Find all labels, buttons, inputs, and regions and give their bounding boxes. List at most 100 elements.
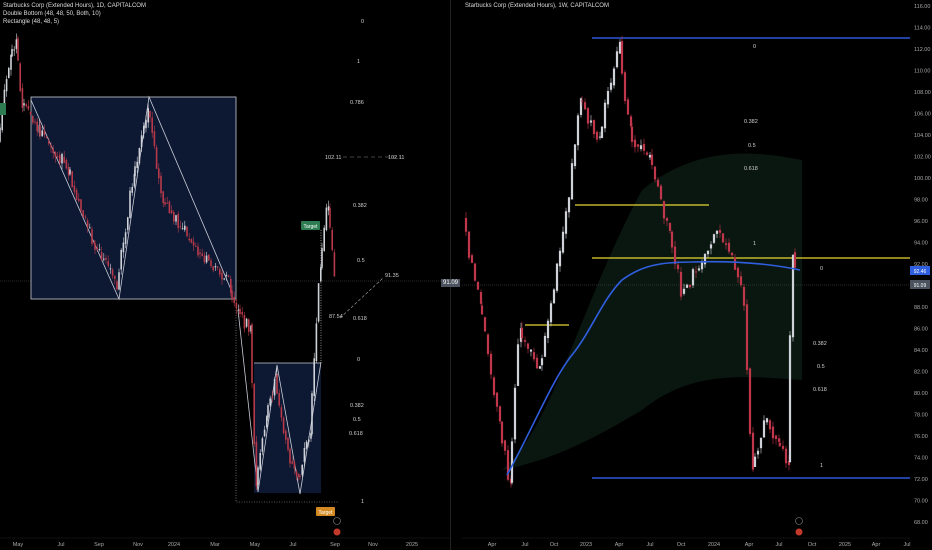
left-candle	[293, 461, 296, 469]
right-y-tick-112.00: 112.00	[914, 47, 930, 53]
right-fib-label-0618: 0.618	[744, 166, 758, 172]
right-candle	[694, 271, 698, 273]
right-candle	[513, 387, 517, 440]
right-candle	[567, 197, 571, 213]
left-candle	[299, 476, 301, 478]
right-event-flag-icon[interactable]	[795, 528, 803, 536]
left-candle	[122, 242, 125, 253]
right-chart-canvas[interactable]: 0 0.382 0.5 0.618 1 0 0.382 0.5 0.618 1 116.00 114.…	[462, 0, 932, 550]
right-candle	[609, 82, 613, 90]
left-candle	[203, 255, 206, 263]
left-candle	[278, 393, 280, 406]
event-flag-icon[interactable]	[333, 528, 341, 536]
earnings-icon[interactable]	[333, 517, 341, 525]
left-candle	[179, 226, 182, 228]
right-candle	[688, 284, 692, 288]
right-candle	[586, 108, 590, 124]
right-candle	[653, 166, 657, 180]
left-candle	[109, 268, 112, 270]
left-candle	[267, 405, 269, 418]
left-candle	[0, 127, 1, 142]
right-candle	[774, 435, 778, 439]
left-candle	[140, 135, 143, 148]
right-x-tick-jul: Jul	[775, 542, 782, 548]
right-candle	[650, 154, 654, 166]
right-x-tick-2023: 2023	[580, 542, 592, 548]
left-candle	[315, 323, 318, 362]
right-candle	[606, 91, 610, 105]
left-candle	[91, 229, 93, 244]
right-candle	[703, 253, 707, 265]
left-candle	[10, 54, 12, 70]
right-candle	[636, 144, 640, 147]
left-candle	[162, 191, 164, 203]
fib-label-0618: 0.618	[353, 316, 367, 322]
left-candle	[23, 103, 25, 106]
right-y-tick-76.00: 76.00	[914, 434, 928, 440]
rectangle-pattern[interactable]	[30, 96, 237, 300]
left-candle	[321, 248, 323, 268]
left-chart-pane[interactable]: 0 1 0.786 102.11 102.11 0.382 0.5 91.35 0.618 87.…	[0, 0, 450, 550]
right-candle	[603, 102, 607, 129]
right-candle	[742, 286, 746, 306]
left-candle	[195, 245, 197, 247]
left-candle	[201, 253, 203, 257]
left-candle	[41, 130, 43, 137]
left-candle	[160, 175, 162, 194]
right-candle	[620, 41, 624, 74]
left-candle	[181, 228, 184, 230]
right-candle	[558, 250, 562, 267]
left-candle	[131, 187, 133, 193]
right-candle	[467, 231, 471, 258]
right-x-tick-2024: 2024	[708, 542, 720, 548]
right-candle	[642, 143, 646, 151]
left-candle	[29, 111, 32, 115]
left-candle	[305, 441, 308, 449]
left-candle	[17, 38, 19, 61]
left-chart-canvas[interactable]: 0 1 0.786 102.11 102.11 0.382 0.5 91.35 0.618 87.…	[0, 0, 450, 550]
left-candle	[239, 309, 241, 314]
left-candle	[100, 252, 103, 261]
right-y-tick-74.00: 74.00	[914, 456, 928, 462]
left-candle	[245, 318, 248, 327]
right-candle	[626, 99, 630, 115]
double-bottom-box[interactable]	[254, 363, 321, 493]
left-candle	[320, 267, 322, 282]
right-candle	[670, 231, 674, 248]
left-candle	[107, 261, 109, 266]
right-candle	[506, 450, 510, 480]
left-candle	[308, 439, 310, 442]
left-candle	[168, 201, 171, 213]
left-candle	[313, 358, 315, 397]
legend-indicator-double-bottom[interactable]: Double Bottom (48, 48, 50, Both, 10)	[3, 10, 146, 18]
right-candle	[486, 334, 490, 354]
left-candle	[287, 437, 289, 450]
right-candle	[700, 261, 704, 270]
left-candle	[15, 39, 18, 49]
left-candle	[52, 148, 54, 154]
left-candle	[136, 161, 138, 169]
left-candle	[170, 210, 173, 214]
left-candle	[89, 227, 91, 229]
fib-lower-label-0618: 0.618	[349, 431, 363, 437]
shared-price-tag: 91.09	[441, 279, 461, 287]
right-candle	[715, 230, 719, 234]
left-candle	[257, 467, 259, 486]
left-candle	[282, 417, 285, 434]
left-candle	[248, 319, 250, 332]
right-y-tick-68.00: 68.00	[914, 520, 928, 526]
right-candle	[500, 421, 504, 444]
right-earnings-icon[interactable]	[795, 517, 803, 525]
legend-indicator-rectangle[interactable]: Rectangle (48, 48, 5)	[3, 18, 146, 26]
right-candle	[685, 284, 689, 288]
fib-lower-label-0: 0	[357, 357, 360, 363]
left-x-tick-jul: Jul	[289, 542, 296, 548]
left-candle	[63, 156, 65, 163]
left-candle	[98, 249, 101, 251]
right-candle	[570, 163, 574, 200]
left-candle	[291, 461, 293, 464]
left-candle	[27, 105, 30, 110]
left-chart-title: Starbucks Corp (Extended Hours), 1D, CAP…	[3, 3, 146, 9]
right-chart-pane[interactable]: 0 0.382 0.5 0.618 1 0 0.382 0.5 0.618 1 116.00 114.…	[462, 0, 932, 550]
fib-lower-label-05: 0.5	[353, 417, 361, 423]
